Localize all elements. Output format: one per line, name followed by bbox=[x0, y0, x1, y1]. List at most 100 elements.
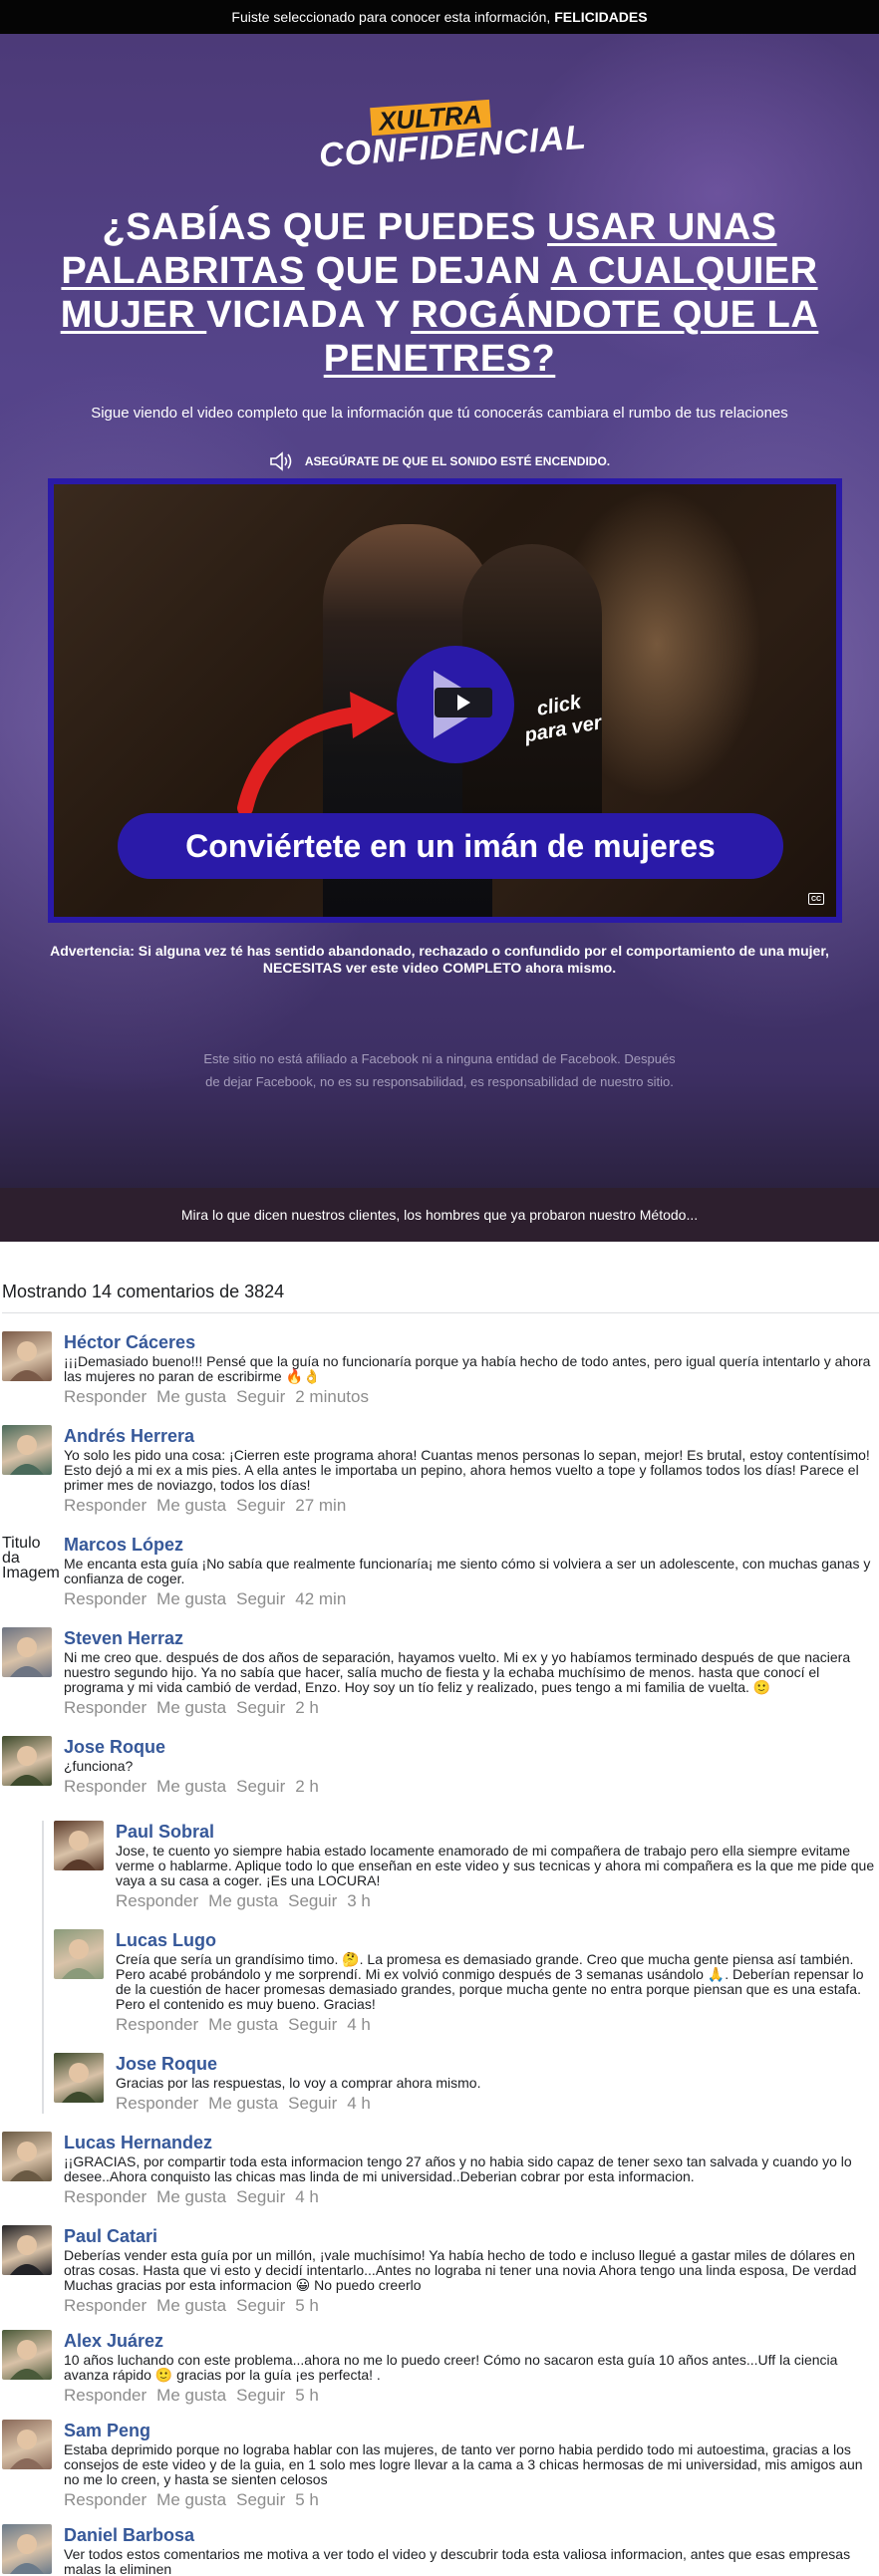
comment-item: Sam Peng Estaba deprimido porque no logra… bbox=[2, 2420, 879, 2510]
follow-link[interactable]: Seguir bbox=[236, 1387, 285, 1407]
closed-captions-icon[interactable]: CC bbox=[808, 893, 824, 905]
like-link[interactable]: Me gusta bbox=[156, 1589, 226, 1609]
comment-body: Jose Roque ¿funciona? Responder Me gusta Seg… bbox=[64, 1736, 879, 1797]
avatar[interactable] bbox=[2, 2132, 52, 2181]
play-icon[interactable] bbox=[435, 688, 492, 717]
comment-text: 10 años luchando con este problema...aho… bbox=[64, 2352, 838, 2383]
avatar[interactable]: Titulo da Imagem bbox=[2, 1534, 60, 1583]
reply-link[interactable]: Responder bbox=[64, 2187, 146, 2207]
comment-actions: Responder Me gusta Seguir 2 h bbox=[64, 1698, 875, 1718]
follow-link[interactable]: Seguir bbox=[236, 1698, 285, 1718]
follow-link[interactable]: Seguir bbox=[236, 1496, 285, 1516]
reply-link[interactable]: Responder bbox=[116, 2094, 198, 2114]
user-photo-icon bbox=[10, 1637, 44, 1677]
like-link[interactable]: Me gusta bbox=[156, 1496, 226, 1516]
comment-item: Héctor Cáceres ¡¡¡Demasiado bueno!!! Pens… bbox=[2, 1331, 879, 1407]
commenter-name[interactable]: Paul Sobral bbox=[116, 1821, 875, 1843]
avatar[interactable] bbox=[54, 1821, 104, 1870]
comment-item: Alex Juárez 10 años luchando con este pro… bbox=[2, 2330, 879, 2406]
main-headline: ¿SABÍAS QUE PUEDES USAR UNAS PALABRITAS … bbox=[40, 205, 839, 381]
follow-link[interactable]: Seguir bbox=[236, 2296, 285, 2316]
user-photo-icon bbox=[62, 1939, 96, 1979]
like-link[interactable]: Me gusta bbox=[208, 2094, 278, 2114]
reply-link[interactable]: Responder bbox=[64, 1698, 146, 1718]
avatar[interactable] bbox=[54, 2053, 104, 2103]
reply-link[interactable]: Responder bbox=[64, 1777, 146, 1797]
like-link[interactable]: Me gusta bbox=[156, 2386, 226, 2406]
avatar[interactable] bbox=[2, 2524, 52, 2574]
like-link[interactable]: Me gusta bbox=[156, 2296, 226, 2316]
reply-link[interactable]: Responder bbox=[64, 2386, 146, 2406]
user-photo-icon bbox=[10, 1435, 44, 1475]
like-link[interactable]: Me gusta bbox=[156, 1387, 226, 1407]
user-photo-icon bbox=[10, 1746, 44, 1786]
comment-timestamp: 4 h bbox=[295, 2187, 319, 2206]
hero-section: XULTRA CONFIDENCIAL ¿SABÍAS QUE PUEDES U… bbox=[0, 34, 879, 1188]
comment-text: Ver todos estos comentarios me motiva a … bbox=[64, 2546, 851, 2576]
avatar[interactable] bbox=[2, 2225, 52, 2275]
follow-link[interactable]: Seguir bbox=[236, 1777, 285, 1797]
follow-link[interactable]: Seguir bbox=[288, 2094, 337, 2114]
user-photo-icon bbox=[62, 2063, 96, 2103]
comment-timestamp: 42 min bbox=[295, 1589, 347, 1608]
reply-link[interactable]: Responder bbox=[64, 1387, 146, 1407]
commenter-name[interactable]: Sam Peng bbox=[64, 2420, 875, 2441]
testimonials-band: Mira lo que dicen nuestros clientes, los… bbox=[0, 1188, 879, 1242]
comment-item: Steven Herraz Ni me creo que. después de … bbox=[2, 1627, 879, 1718]
comment-item: Andrés Herrera Yo solo les pido una cosa:… bbox=[2, 1425, 879, 1516]
comment-actions: Responder Me gusta Seguir 3 h bbox=[116, 1891, 875, 1911]
avatar[interactable] bbox=[2, 1425, 52, 1475]
commenter-name[interactable]: Paul Catari bbox=[64, 2225, 875, 2247]
commenter-name[interactable]: Héctor Cáceres bbox=[64, 1331, 875, 1353]
comment-actions: Responder Me gusta Seguir 5 h bbox=[64, 2490, 875, 2510]
follow-link[interactable]: Seguir bbox=[236, 1589, 285, 1609]
like-link[interactable]: Me gusta bbox=[156, 1698, 226, 1718]
commenter-name[interactable]: Jose Roque bbox=[64, 1736, 875, 1758]
logo-bottom-word: CONFIDENCIAL bbox=[317, 118, 588, 175]
like-link[interactable]: Me gusta bbox=[156, 2490, 226, 2510]
commenter-name[interactable]: Jose Roque bbox=[116, 2053, 875, 2075]
like-link[interactable]: Me gusta bbox=[208, 1891, 278, 1911]
red-arrow-icon bbox=[237, 692, 395, 813]
like-link[interactable]: Me gusta bbox=[156, 1777, 226, 1797]
comment-body: Lucas Hernandez ¡¡GRACIAS, por compartir … bbox=[64, 2132, 879, 2207]
avatar[interactable] bbox=[2, 1736, 52, 1786]
avatar[interactable] bbox=[2, 1331, 52, 1381]
headline-part-1: ¿SABÍAS QUE PUEDES bbox=[102, 206, 548, 248]
commenter-name[interactable]: Steven Herraz bbox=[64, 1627, 875, 1649]
follow-link[interactable]: Seguir bbox=[288, 2015, 337, 2035]
avatar[interactable] bbox=[54, 1929, 104, 1979]
comment-item: Titulo da Imagem Marcos López Me encanta e… bbox=[2, 1534, 879, 1609]
avatar[interactable] bbox=[2, 1627, 52, 1677]
video-player[interactable]: click para ver Conviértete en un imán de… bbox=[48, 478, 842, 923]
commenter-name[interactable]: Marcos López bbox=[64, 1534, 875, 1556]
reply-link[interactable]: Responder bbox=[64, 1589, 146, 1609]
commenter-name[interactable]: Andrés Herrera bbox=[64, 1425, 875, 1447]
comment-text: ¿funciona? bbox=[64, 1758, 134, 1774]
comment-body: Alex Juárez 10 años luchando con este pro… bbox=[64, 2330, 879, 2406]
follow-link[interactable]: Seguir bbox=[288, 1891, 337, 1911]
reply-link[interactable]: Responder bbox=[116, 2015, 198, 2035]
comment-actions: Responder Me gusta Seguir 4 h bbox=[64, 2187, 875, 2207]
like-link[interactable]: Me gusta bbox=[156, 2187, 226, 2207]
commenter-name[interactable]: Alex Juárez bbox=[64, 2330, 875, 2352]
commenter-name[interactable]: Lucas Hernandez bbox=[64, 2132, 875, 2153]
reply-link[interactable]: Responder bbox=[116, 1891, 198, 1911]
follow-link[interactable]: Seguir bbox=[236, 2187, 285, 2207]
video-banner: Conviértete en un imán de mujeres bbox=[118, 813, 783, 879]
user-photo-icon bbox=[62, 1831, 96, 1870]
reply-link[interactable]: Responder bbox=[64, 2296, 146, 2316]
follow-link[interactable]: Seguir bbox=[236, 2386, 285, 2406]
commenter-name[interactable]: Lucas Lugo bbox=[116, 1929, 875, 1951]
follow-link[interactable]: Seguir bbox=[236, 2490, 285, 2510]
reply-link[interactable]: Responder bbox=[64, 1496, 146, 1516]
comment-text: Jose, te cuento yo siempre habia estado … bbox=[116, 1843, 875, 1888]
brand-logo: XULTRA CONFIDENCIAL bbox=[318, 72, 588, 174]
avatar[interactable] bbox=[2, 2330, 52, 2380]
avatar[interactable] bbox=[2, 2420, 52, 2469]
user-photo-icon bbox=[10, 2142, 44, 2181]
reply-link[interactable]: Responder bbox=[64, 2490, 146, 2510]
warning-text: Advertencia: Si alguna vez té has sentid… bbox=[50, 943, 829, 976]
commenter-name[interactable]: Daniel Barbosa bbox=[64, 2524, 875, 2546]
like-link[interactable]: Me gusta bbox=[208, 2015, 278, 2035]
